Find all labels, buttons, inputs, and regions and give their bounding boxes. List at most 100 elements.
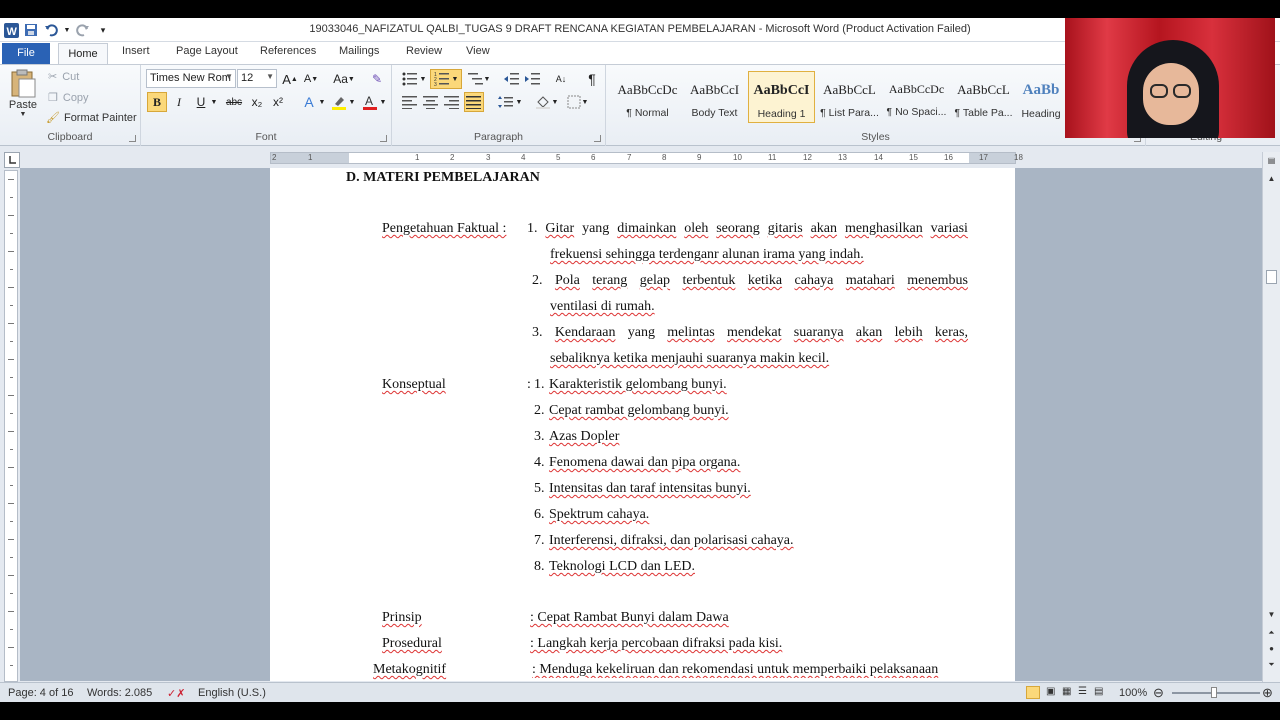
font-size-combo[interactable]: 12 ▼ <box>237 69 277 88</box>
align-left-icon[interactable] <box>400 92 420 112</box>
decrease-indent-icon[interactable] <box>501 69 521 89</box>
ruler-number: 3 <box>486 153 491 162</box>
numbering-button[interactable]: 1 2 3 ▼ <box>430 69 462 89</box>
underline-button[interactable]: U <box>191 92 211 112</box>
zoom-level[interactable]: 100% <box>1119 687 1147 699</box>
tab-file[interactable]: File <box>2 43 50 64</box>
prosedural-value: : Langkah kerja percobaan difraksi pada … <box>530 636 783 651</box>
font-name-combo[interactable]: Times New Rom ▼ <box>146 69 236 88</box>
tab-selector[interactable] <box>4 152 20 168</box>
full-screen-reading-icon[interactable]: ▣ <box>1046 686 1055 697</box>
word: dimainkan <box>617 221 677 236</box>
view-ruler-icon[interactable]: ▤ <box>1265 154 1278 167</box>
style-heading[interactable]: AaBb Heading <box>1017 71 1065 123</box>
numbering-dropdown-icon[interactable]: ▼ <box>452 76 459 83</box>
style-body-text[interactable]: AaBbCcI Body Text <box>681 71 748 123</box>
language-indicator[interactable]: English (U.S.) <box>198 687 266 699</box>
font-name-dropdown-icon[interactable]: ▼ <box>225 72 233 81</box>
vertical-ruler-tick <box>8 431 14 432</box>
text-effects-icon[interactable]: A <box>299 92 319 112</box>
tab-mailings[interactable]: Mailings <box>339 45 379 57</box>
superscript-button[interactable]: x² <box>268 92 288 112</box>
font-name-value: Times New Rom <box>150 72 231 84</box>
scroll-up-icon[interactable]: ▲ <box>1265 172 1278 185</box>
zoom-in-icon[interactable]: ⊕ <box>1262 685 1273 701</box>
multilevel-dropdown-icon[interactable]: ▼ <box>482 69 492 89</box>
ruler-number: 2 <box>272 153 277 162</box>
paragraph-dialog-launcher[interactable] <box>594 135 601 142</box>
word: gitaris <box>767 221 803 236</box>
scroll-thumb[interactable] <box>1266 270 1277 284</box>
document-area[interactable]: D. MATERI PEMBELAJARAN Pengetahuan Faktu… <box>20 168 1262 681</box>
print-layout-view-icon[interactable] <box>1026 686 1040 699</box>
font-size-dropdown-icon[interactable]: ▼ <box>266 72 274 81</box>
italic-button[interactable]: I <box>169 92 189 112</box>
borders-dropdown-icon[interactable]: ▼ <box>580 92 590 112</box>
word-count[interactable]: Words: 2.085 <box>87 687 152 699</box>
show-marks-button[interactable]: ¶ <box>582 69 602 89</box>
sort-icon[interactable]: A↓ <box>551 69 571 89</box>
font-dialog-launcher[interactable] <box>380 135 387 142</box>
grow-font-button[interactable]: A ▲ <box>280 69 300 89</box>
draft-view-icon[interactable]: ▤ <box>1094 686 1103 697</box>
font-color-dropdown-icon[interactable]: ▼ <box>378 92 388 112</box>
style-list-paragraph[interactable]: AaBbCcL ¶ List Para... <box>816 71 883 123</box>
tab-home[interactable]: Home <box>58 43 108 65</box>
web-layout-icon[interactable]: ▦ <box>1062 686 1071 697</box>
underline-dropdown-icon[interactable]: ▼ <box>209 92 219 112</box>
next-page-icon[interactable]: ⏷ <box>1265 658 1278 671</box>
shrink-font-button[interactable]: A ▼ <box>301 69 321 89</box>
scroll-down-icon[interactable]: ▼ <box>1265 608 1278 621</box>
align-right-icon[interactable] <box>442 92 462 112</box>
style-no-spacing[interactable]: AaBbCcDc ¶ No Spaci... <box>883 71 950 123</box>
paste-button[interactable]: Paste ▼ <box>6 69 40 118</box>
clear-formatting-icon[interactable]: ✎ <box>367 69 387 89</box>
vertical-scrollbar[interactable]: ▤ ▲ ▼ ⏶ ● ⏷ <box>1262 152 1280 682</box>
proofing-icon[interactable]: ✓✗ <box>167 687 185 700</box>
line-spacing-icon[interactable] <box>496 92 516 112</box>
paste-dropdown-icon[interactable]: ▼ <box>20 111 27 118</box>
tab-page-layout[interactable]: Page Layout <box>176 45 238 57</box>
tab-references[interactable]: References <box>260 45 316 57</box>
ruler-number: 12 <box>803 153 812 162</box>
clipboard-dialog-launcher[interactable] <box>129 135 136 142</box>
text-effects-dropdown-icon[interactable]: ▼ <box>317 92 327 112</box>
bullets-button[interactable] <box>400 69 420 89</box>
tab-insert[interactable]: Insert <box>122 45 150 57</box>
word: ketika <box>747 273 783 288</box>
konseptual-item-text: Intensitas dan taraf intensitas bunyi. <box>549 481 751 496</box>
vertical-ruler-tick <box>10 665 13 666</box>
horizontal-ruler[interactable]: 2 1 1 2 3 4 5 6 7 8 9 10 11 12 13 14 15 16 17 18 <box>270 152 1023 164</box>
style-heading-1[interactable]: AaBbCcI Heading 1 <box>748 71 815 123</box>
select-browse-object-icon[interactable]: ● <box>1265 642 1278 655</box>
copy-button[interactable]: ❐ Copy <box>48 91 89 105</box>
style-normal[interactable]: AaBbCcDc ¶ Normal <box>614 71 681 123</box>
format-painter-button[interactable]: 🖌 Format Painter <box>46 111 137 125</box>
vertical-ruler[interactable] <box>4 170 18 682</box>
document-page[interactable]: D. MATERI PEMBELAJARAN Pengetahuan Faktu… <box>270 168 1015 681</box>
vertical-ruler-tick <box>10 233 13 234</box>
tab-review[interactable]: Review <box>406 45 442 57</box>
line-spacing-dropdown-icon[interactable]: ▼ <box>514 92 524 112</box>
bold-button[interactable]: B <box>147 92 167 112</box>
increase-indent-icon[interactable] <box>522 69 542 89</box>
highlight-dropdown-icon[interactable]: ▼ <box>347 92 357 112</box>
page-count[interactable]: Page: 4 of 16 <box>8 687 73 699</box>
ruler-number: 14 <box>874 153 883 162</box>
bullets-dropdown-icon[interactable]: ▼ <box>418 69 428 89</box>
outline-view-icon[interactable]: ☰ <box>1078 686 1087 697</box>
zoom-out-icon[interactable]: ⊖ <box>1153 685 1164 701</box>
previous-page-icon[interactable]: ⏶ <box>1265 626 1278 639</box>
style-table-paragraph[interactable]: AaBbCcL ¶ Table Pa... <box>950 71 1017 123</box>
justify-icon[interactable] <box>464 92 484 112</box>
subscript-button[interactable]: x₂ <box>247 92 267 112</box>
zoom-slider-thumb[interactable] <box>1211 687 1217 698</box>
font-color-button[interactable]: A <box>360 92 380 112</box>
highlight-button[interactable] <box>329 92 349 112</box>
cut-button[interactable]: ✂ Cut <box>48 70 79 84</box>
strikethrough-button[interactable]: abc <box>223 92 245 112</box>
shading-dropdown-icon[interactable]: ▼ <box>550 92 560 112</box>
change-case-button[interactable]: Aa ▼ <box>331 69 357 89</box>
tab-view[interactable]: View <box>466 45 490 57</box>
align-center-icon[interactable] <box>421 92 441 112</box>
